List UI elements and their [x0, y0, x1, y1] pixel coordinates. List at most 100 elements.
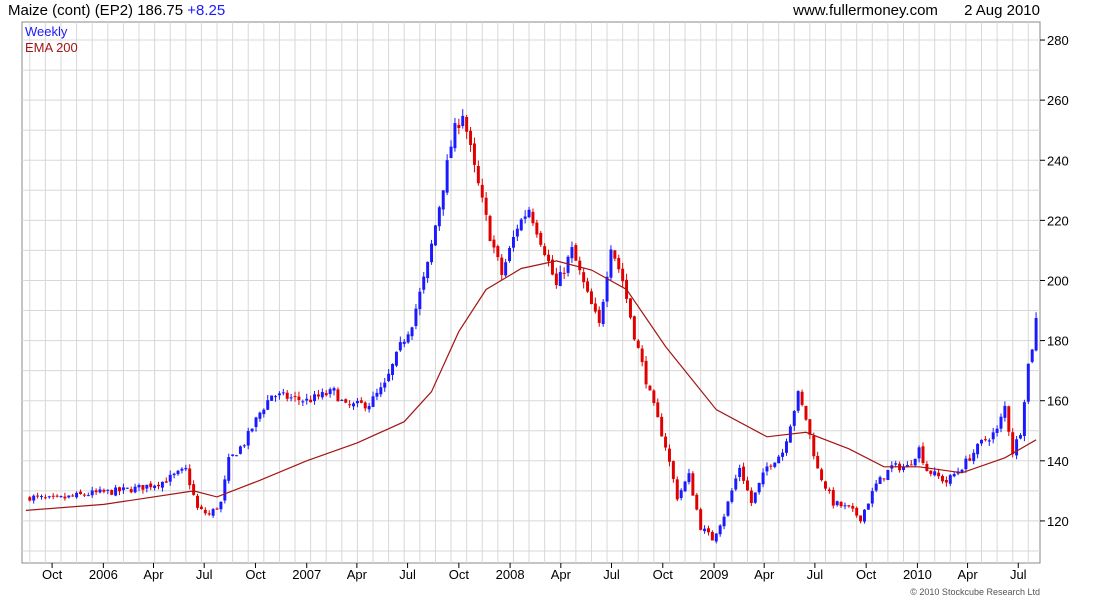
candle-body	[430, 243, 434, 263]
candle-body	[461, 115, 465, 127]
candle-body	[199, 506, 203, 509]
candle-body	[835, 501, 839, 506]
candle-body	[1022, 402, 1026, 437]
candle-body	[710, 531, 714, 541]
y-tick-label: 240	[1047, 153, 1069, 168]
x-tick-label: Oct	[856, 567, 877, 582]
candle-body	[129, 489, 133, 493]
candle-body	[324, 393, 328, 396]
candle-body	[866, 503, 870, 510]
candle-body	[336, 389, 340, 402]
candle-body	[921, 446, 925, 464]
candle-body	[718, 525, 722, 535]
candle-body	[855, 507, 859, 516]
candle-body	[94, 490, 98, 493]
candle-body	[667, 448, 671, 462]
candle-body	[71, 495, 75, 497]
candle-body	[28, 497, 32, 501]
candle-body	[242, 445, 246, 447]
candle-body	[784, 441, 788, 453]
candle-body	[235, 455, 239, 457]
candle-body	[121, 487, 125, 491]
candle-body	[582, 272, 586, 283]
candle-body	[114, 487, 118, 496]
candle-body	[964, 458, 968, 470]
candle-body	[574, 245, 578, 261]
candle-body	[839, 501, 843, 507]
x-tick-label: 2007	[292, 567, 321, 582]
candle-body	[628, 298, 632, 318]
candle-body	[32, 495, 36, 501]
candle-body	[734, 478, 738, 490]
maize-price-chart: 120 140 160 180 200 220 240 260 280 Oct 2006 Apr Ju…	[21, 21, 1069, 582]
candle-body	[504, 262, 508, 276]
candle-body	[566, 256, 570, 273]
candle-body	[652, 390, 656, 404]
candle-body	[656, 402, 660, 418]
candle-body	[309, 399, 313, 403]
x-tick-label: Apr	[551, 567, 572, 582]
x-tick-label: Oct	[42, 567, 63, 582]
candle-body	[254, 417, 258, 428]
candle-body	[863, 509, 866, 522]
candle-body	[238, 446, 242, 454]
x-tick-label: 2006	[89, 567, 118, 582]
candle-body	[843, 505, 847, 507]
candle-body	[383, 382, 387, 388]
candle-body	[289, 397, 293, 399]
x-tick-label: Jul	[196, 567, 213, 582]
candle-body	[586, 281, 590, 292]
plot-area	[21, 21, 1041, 564]
x-tick-label: Jul	[807, 567, 824, 582]
candle-body	[578, 260, 582, 271]
candle-body	[219, 501, 223, 510]
candle-body	[172, 473, 176, 476]
candle-body	[535, 222, 539, 235]
candle-body	[917, 447, 921, 459]
candle-body	[433, 225, 437, 246]
candle-body	[878, 477, 882, 484]
candle-body	[870, 491, 874, 504]
candle-body	[118, 487, 121, 492]
candle-body	[660, 416, 664, 437]
candle-body	[531, 211, 535, 224]
candle-body	[262, 409, 266, 415]
candle-body	[297, 396, 301, 400]
candle-body	[75, 492, 79, 498]
candle-body	[418, 291, 422, 310]
x-tick-label: Apr	[143, 567, 164, 582]
candle-body	[999, 416, 1003, 429]
candle-body	[562, 272, 566, 274]
candle-body	[972, 452, 976, 462]
candle-body	[316, 394, 320, 397]
candle-body	[511, 236, 515, 248]
candle-body	[543, 246, 547, 256]
candle-body	[937, 472, 941, 477]
x-tick-label: Oct	[653, 567, 674, 582]
y-axis-ticks: 120 140 160 180 200 220 240 260 280	[1040, 33, 1069, 529]
candle-body	[63, 496, 67, 499]
candle-body	[98, 489, 102, 493]
candle-body	[1003, 405, 1007, 418]
candle-body	[371, 396, 375, 407]
candle-body	[730, 490, 734, 502]
candle-body	[476, 165, 480, 184]
candle-body	[613, 250, 617, 259]
candle-body	[703, 528, 707, 532]
x-axis-ticks: Oct 2006 Apr Jul Oct 2007 Apr Jul Oct 2008 Apr Jul O…	[42, 563, 1027, 582]
candle-body	[742, 466, 746, 481]
candle-body	[874, 483, 878, 491]
candle-body	[313, 394, 317, 402]
candle-body	[944, 480, 948, 483]
candle-body	[437, 207, 441, 227]
candle-body	[47, 496, 51, 498]
candle-body	[761, 472, 765, 485]
candle-body	[886, 469, 890, 480]
candle-body	[352, 403, 356, 407]
x-tick-label: Jul	[399, 567, 416, 582]
candle-body	[141, 485, 145, 490]
x-tick-label: Oct	[245, 567, 266, 582]
candle-body	[445, 160, 449, 193]
candle-body	[941, 475, 944, 482]
candle-body	[987, 440, 991, 442]
